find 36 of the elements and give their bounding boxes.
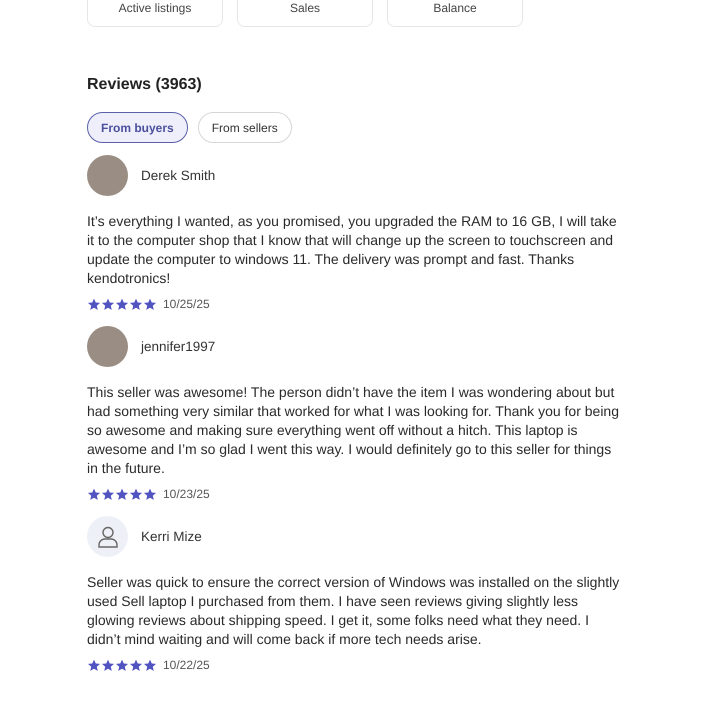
- star-icon: [101, 488, 115, 500]
- star-icon: [87, 488, 101, 500]
- star-icon: [143, 488, 157, 500]
- review-date: 10/25/25: [163, 297, 210, 311]
- stat-card[interactable]: Active listings: [87, 0, 223, 27]
- reviewer-name: jennifer1997: [141, 339, 216, 354]
- reviewer-name: Derek Smith: [141, 168, 216, 183]
- star-icon: [143, 658, 157, 672]
- star-icon: [101, 658, 115, 672]
- stat-label: Balance: [433, 1, 477, 15]
- stat-label: Active listings: [118, 1, 192, 15]
- filter-tab[interactable]: From buyers: [87, 112, 188, 143]
- star-icon: [129, 658, 143, 672]
- star-icon: [143, 298, 157, 310]
- user-icon: [98, 526, 118, 548]
- stat-card[interactable]: Sales: [237, 0, 373, 27]
- star-icon: [101, 298, 115, 310]
- photo-placeholder: [87, 326, 128, 367]
- stat-card[interactable]: Balance: [387, 0, 523, 27]
- stat-label: Sales: [290, 1, 320, 15]
- star-icon: [87, 658, 101, 672]
- photo-placeholder: [87, 155, 128, 196]
- star-icon: [115, 298, 129, 310]
- star-icon: [115, 658, 129, 672]
- reviews-title: Reviews (3963): [87, 76, 203, 94]
- review-text: It’s everything I wanted, as you promised, you upgraded the RAM to 16 GB, I will take it to the computer shop that I know that will change up the screen to touchscreen and update the computer to windows 11. The delivery was prompt and fast. Thanks kendotronics!: [87, 212, 618, 288]
- filter-tab[interactable]: From sellers: [198, 112, 292, 143]
- review-date: 10/23/25: [163, 487, 210, 501]
- review-text: This seller was awesome! The person didn’t have the item I was wondering about but had something very similar that worked for what I was looking for. Thank you for being so awesome and making sure everything went off without a hitch. This laptop is awesome and I’m so glad I went this way. I would definitely go to this seller for things in the future.: [87, 383, 620, 478]
- reviewer-name: Kerri Mize: [141, 529, 202, 544]
- star-icon: [87, 298, 101, 310]
- star-icon: [129, 488, 143, 500]
- review-date: 10/22/25: [163, 658, 210, 672]
- star-icon: [115, 488, 129, 500]
- star-icon: [129, 298, 143, 310]
- review-text: Seller was quick to ensure the correct version of Windows was installed on the slightly used Sell laptop I purchased from them. I have seen reviews giving slightly less glowing reviews about shipping speed. I get it, some folks need what they need. I didn’t mind waiting and will come back if more tech needs arise.: [87, 573, 620, 649]
